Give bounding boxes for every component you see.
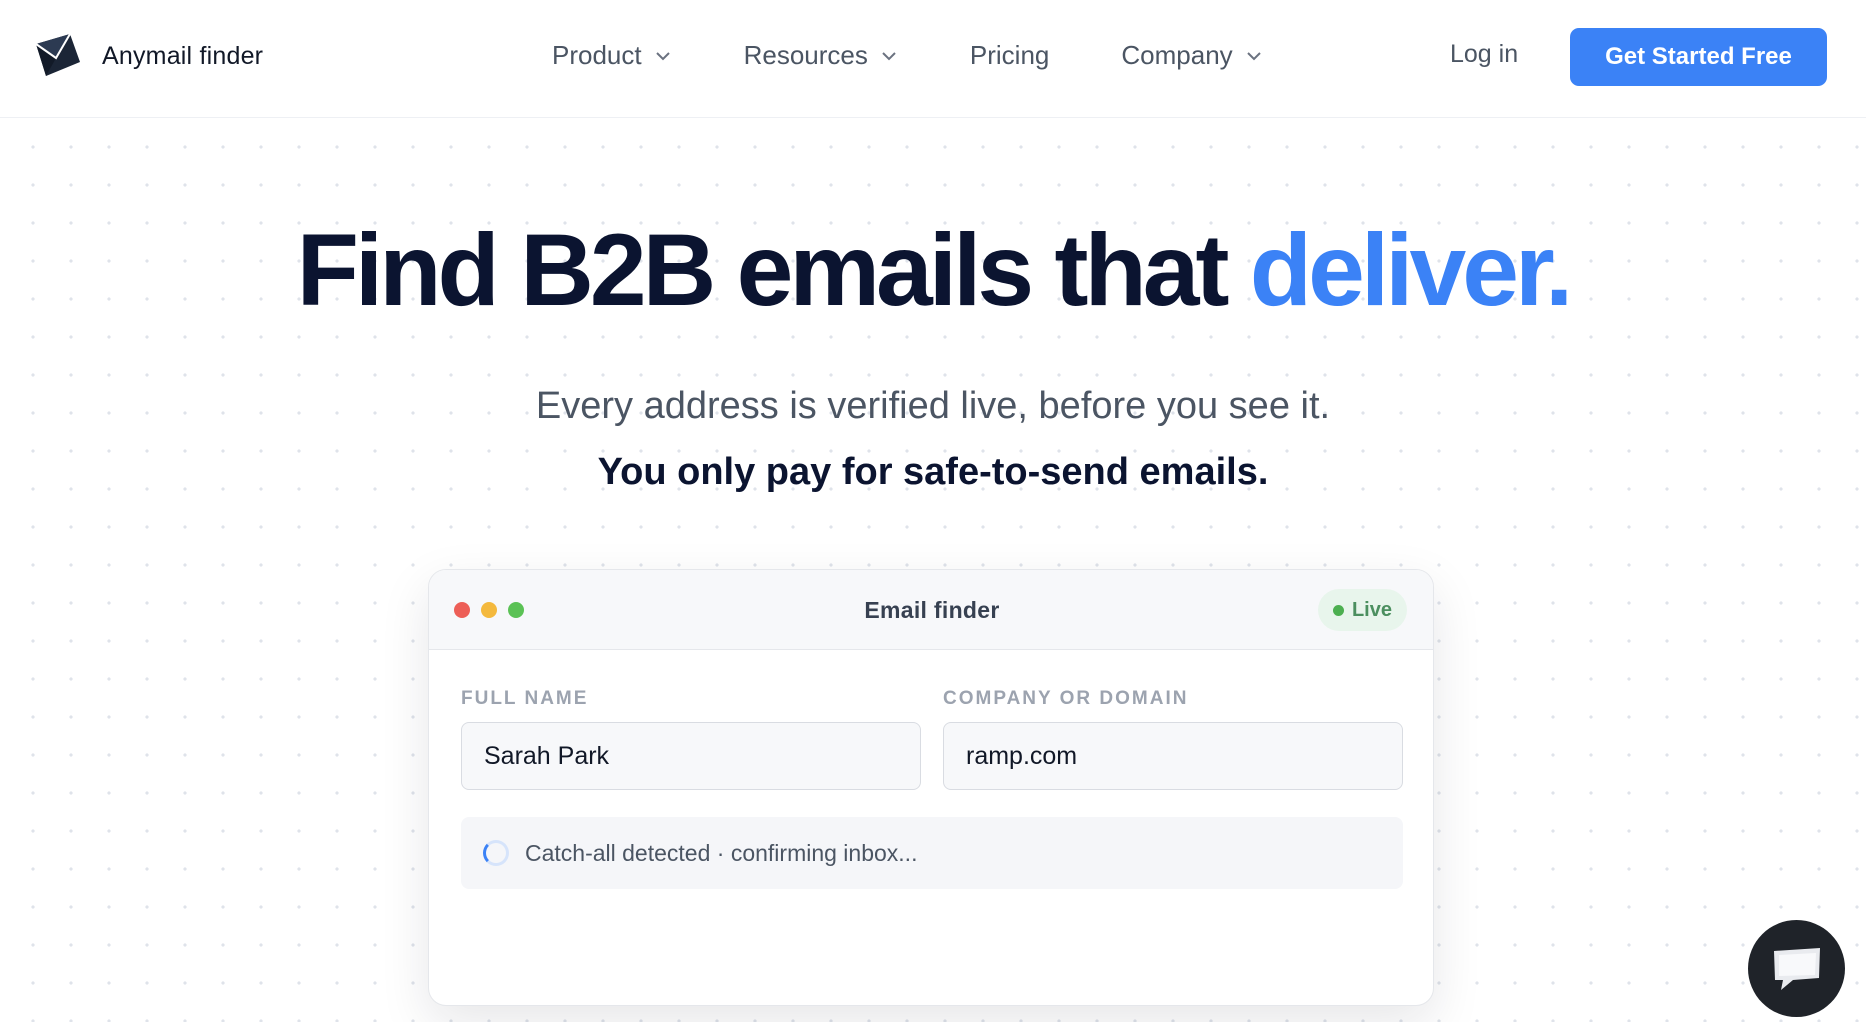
brand-name: Anymail finder: [102, 41, 264, 70]
top-nav: Anymail finder Product Resources Pricing…: [0, 0, 1866, 118]
nav-item-label: Resources: [743, 40, 868, 70]
nav-item-label: Product: [552, 40, 642, 70]
full-name-input[interactable]: Sarah Park: [461, 722, 921, 790]
nav-item-pricing[interactable]: Pricing: [970, 40, 1049, 71]
chat-widget-button[interactable]: [1748, 920, 1845, 1017]
nav-item-company[interactable]: Company: [1121, 40, 1262, 71]
email-finder-window: Email finder Live FULL NAME Sarah Park C…: [428, 569, 1434, 1006]
live-badge: Live: [1317, 589, 1407, 631]
status-message: Catch-all detected · confirming inbox...: [461, 817, 1403, 889]
hero-title-main: Find B2B emails that: [296, 213, 1250, 327]
brand-logo[interactable]: Anymail finder: [34, 32, 263, 80]
company-domain-input[interactable]: ramp.com: [943, 722, 1403, 790]
nav-item-product[interactable]: Product: [552, 40, 672, 71]
chat-bubble-icon: [1773, 947, 1820, 990]
envelope-logo-icon: [35, 33, 80, 76]
live-badge-label: Live: [1351, 598, 1392, 621]
hero-subtitle: Every address is verified live, before y…: [535, 385, 1331, 427]
login-link[interactable]: Log in: [1450, 40, 1518, 69]
nav-item-label: Pricing: [969, 40, 1050, 70]
window-titlebar: Email finder Live: [429, 570, 1433, 650]
chevron-down-icon: [882, 51, 896, 60]
status-text: Catch-all detected · confirming inbox...: [525, 839, 918, 866]
get-started-button[interactable]: Get Started Free: [1570, 28, 1827, 86]
nav-item-resources[interactable]: Resources: [744, 40, 898, 71]
nav-item-label: Company: [1121, 40, 1233, 70]
live-dot-icon: [1332, 604, 1344, 616]
company-domain-label: COMPANY OR DOMAIN: [943, 688, 1189, 709]
chevron-down-icon: [1246, 51, 1261, 60]
full-name-label: FULL NAME: [461, 688, 589, 709]
hero-title-accent: deliver.: [1249, 213, 1574, 327]
hero-subtitle-emphasis: You only pay for safe-to-send emails.: [597, 451, 1269, 493]
main-menu: Product Resources Pricing Company: [552, 40, 1263, 71]
chevron-down-icon: [655, 51, 670, 60]
hero-title: Find B2B emails that deliver.: [0, 212, 1866, 329]
window-title: Email finder: [864, 597, 1000, 623]
loading-spinner-icon: [483, 840, 509, 866]
